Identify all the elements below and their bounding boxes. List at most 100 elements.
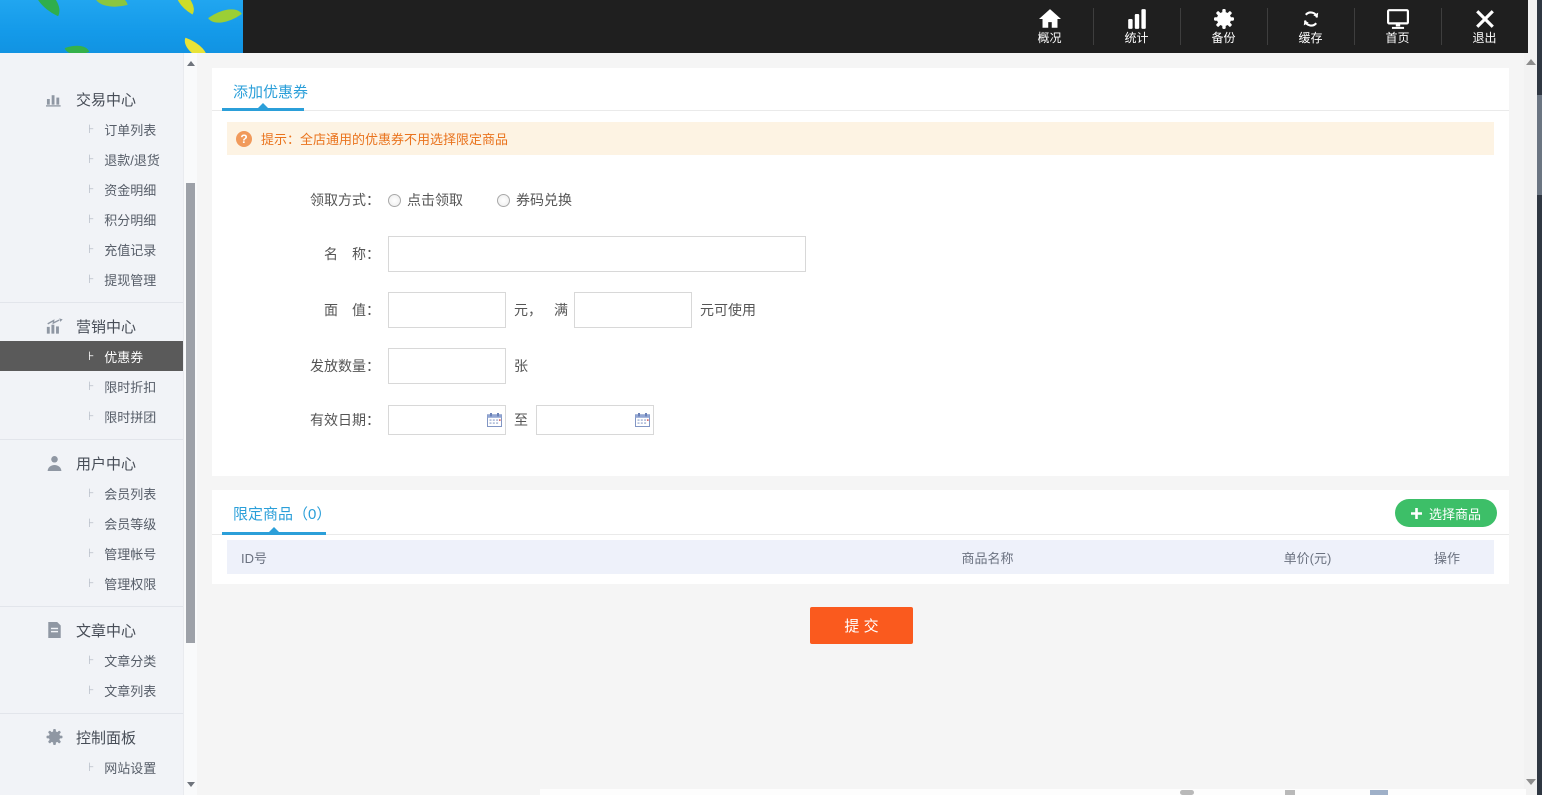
tab-add-coupon[interactable]: 添加优惠券 [233,81,308,102]
tree-prefix: ⊦ [88,379,94,393]
sidebar-item-article-categories[interactable]: ⊦文章分类 [0,645,183,675]
section-label: 交易中心 [76,89,136,110]
sidebar-item-flash-discount[interactable]: ⊦ 限时折扣 [0,371,183,401]
sidebar-item-admin-permissions[interactable]: ⊦管理权限 [0,568,183,598]
calendar-icon[interactable] [487,413,502,427]
item-label: 充值记录 [104,240,156,259]
item-label: 文章分类 [104,651,156,670]
section-label: 用户中心 [76,453,136,474]
section-label: 文章中心 [76,620,136,641]
topnav-stats[interactable]: 统计 [1093,0,1180,53]
hint-text: 提示：全店通用的优惠券不用选择限定商品 [261,129,508,148]
taskbar-sliver [540,789,1526,795]
sidebar-item-group-buy[interactable]: ⊦限时拼团 [0,401,183,431]
leaf-decoration [170,0,200,14]
item-label: 管理权限 [104,574,156,593]
scroll-down-arrow[interactable] [1526,779,1536,785]
method-label: 领取方式： [212,190,380,210]
leaf-decoration [208,1,242,31]
products-table-header: ID号 商品名称 单价(元) 操作 [227,540,1494,574]
leaf-decoration [94,0,127,13]
menu-section-articles: 文章中心 ⊦文章分类 ⊦文章列表 [0,607,183,714]
tab-restricted-products[interactable]: 限定商品（0） [233,503,331,524]
question-mark-icon: ? [236,131,252,147]
item-label: 会员列表 [104,484,156,503]
tree-prefix: ⊦ [88,242,94,256]
user-icon [46,455,63,471]
item-label: 会员等级 [104,514,156,533]
face-value-input[interactable] [388,292,506,328]
quantity-input[interactable] [388,348,506,384]
document-icon [46,622,63,638]
start-date-input[interactable] [389,406,485,434]
value-mid: 满 [554,300,568,320]
start-date-picker[interactable] [388,405,506,435]
tab-row: 限定商品（0） 选择商品 [212,490,1509,535]
leaf-decoration [27,0,66,16]
select-products-button[interactable]: 选择商品 [1395,499,1497,527]
topnav-backup[interactable]: 备份 [1180,0,1267,53]
scroll-down-arrow[interactable] [187,782,195,787]
scroll-up-arrow[interactable] [187,61,195,66]
topnav-label: 首页 [1385,32,1409,44]
hint-banner: ? 提示：全店通用的优惠券不用选择限定商品 [227,122,1494,155]
topnav-overview[interactable]: 概况 [1006,0,1093,53]
calendar-icon[interactable] [635,413,650,427]
col-header-id: ID号 [227,548,760,567]
sidebar-item-article-list[interactable]: ⊦文章列表 [0,675,183,705]
sidebar-item-points-details[interactable]: ⊦ 积分明细 [0,204,183,234]
form-row-name: 名 称： [212,236,806,272]
topnav-label: 缓存 [1298,32,1322,44]
col-header-unit-price: 单价(元) [1215,548,1400,567]
menu-section-marketing: 营销中心 ⊦优惠券 ⊦ 限时折扣 ⊦限时拼团 [0,303,183,440]
menu-section-trade: 交易中心 ⊦订单列表 ⊦退款/退货 ⊦资金明细 ⊦ 积分明细 ⊦ 充值记录 ⊦提现管… [0,84,183,303]
radio-click-to-claim[interactable] [388,194,401,207]
sidebar-item-control-panel[interactable]: 控制面板 [0,722,183,752]
topnav-logout[interactable]: 退出 [1441,0,1528,53]
sidebar-item-site-settings[interactable]: ⊦网站设置 [0,752,183,782]
sidebar-item-user-center[interactable]: 用户中心 [0,448,183,478]
tab-row: 添加优惠券 [212,68,1509,111]
sidebar-item-withdrawal[interactable]: ⊦提现管理 [0,264,183,294]
sidebar-item-article-center[interactable]: 文章中心 [0,615,183,645]
item-label: 优惠券 [104,347,143,366]
item-label: 提现管理 [104,270,156,289]
close-icon [1474,9,1496,29]
topnav-label: 概况 [1037,32,1061,44]
sidebar-scrollbar-thumb[interactable] [186,183,195,643]
end-date-picker[interactable] [536,405,654,435]
radio-code-redeem[interactable] [497,194,510,207]
sidebar-item-recharge-records[interactable]: ⊦ 充值记录 [0,234,183,264]
window-edge-scrollbar[interactable] [1537,0,1542,795]
topnav-cache[interactable]: 缓存 [1267,0,1354,53]
sidebar-item-admin-accounts[interactable]: ⊦管理帐号 [0,538,183,568]
item-label: 积分明细 [104,210,156,229]
sidebar-item-trade-center[interactable]: 交易中心 [0,84,183,114]
section-label: 控制面板 [76,727,136,748]
min-spend-input[interactable] [574,292,692,328]
topnav-homepage[interactable]: 首页 [1354,0,1441,53]
form-row-value: 面 值： 元， 满 元可使用 [212,292,756,328]
logo-banner [0,0,243,53]
topnav-label: 备份 [1211,32,1235,44]
tree-prefix: ⊦ [88,212,94,226]
sidebar-item-refunds[interactable]: ⊦退款/退货 [0,144,183,174]
submit-button[interactable]: 提 交 [810,607,913,644]
sidebar-item-member-list[interactable]: ⊦会员列表 [0,478,183,508]
gear-icon [1213,9,1235,29]
scroll-up-arrow[interactable] [1526,59,1536,65]
value-label: 面 值： [212,300,380,320]
sidebar-item-fund-details[interactable]: ⊦资金明细 [0,174,183,204]
quantity-unit: 张 [514,356,528,376]
coupon-name-input[interactable] [388,236,806,272]
plus-icon [1411,508,1422,519]
sidebar-item-order-list[interactable]: ⊦订单列表 [0,114,183,144]
item-label: 限时折扣 [104,377,156,396]
sidebar-item-marketing-center[interactable]: 营销中心 [0,311,183,341]
bar-chart-icon [46,91,63,107]
end-date-input[interactable] [537,406,633,434]
quantity-label: 发放数量： [212,356,380,376]
sidebar-item-member-levels[interactable]: ⊦会员等级 [0,508,183,538]
edge-scrollbar-thumb[interactable] [1537,95,1542,195]
sidebar-item-coupons[interactable]: ⊦优惠券 [0,341,183,371]
